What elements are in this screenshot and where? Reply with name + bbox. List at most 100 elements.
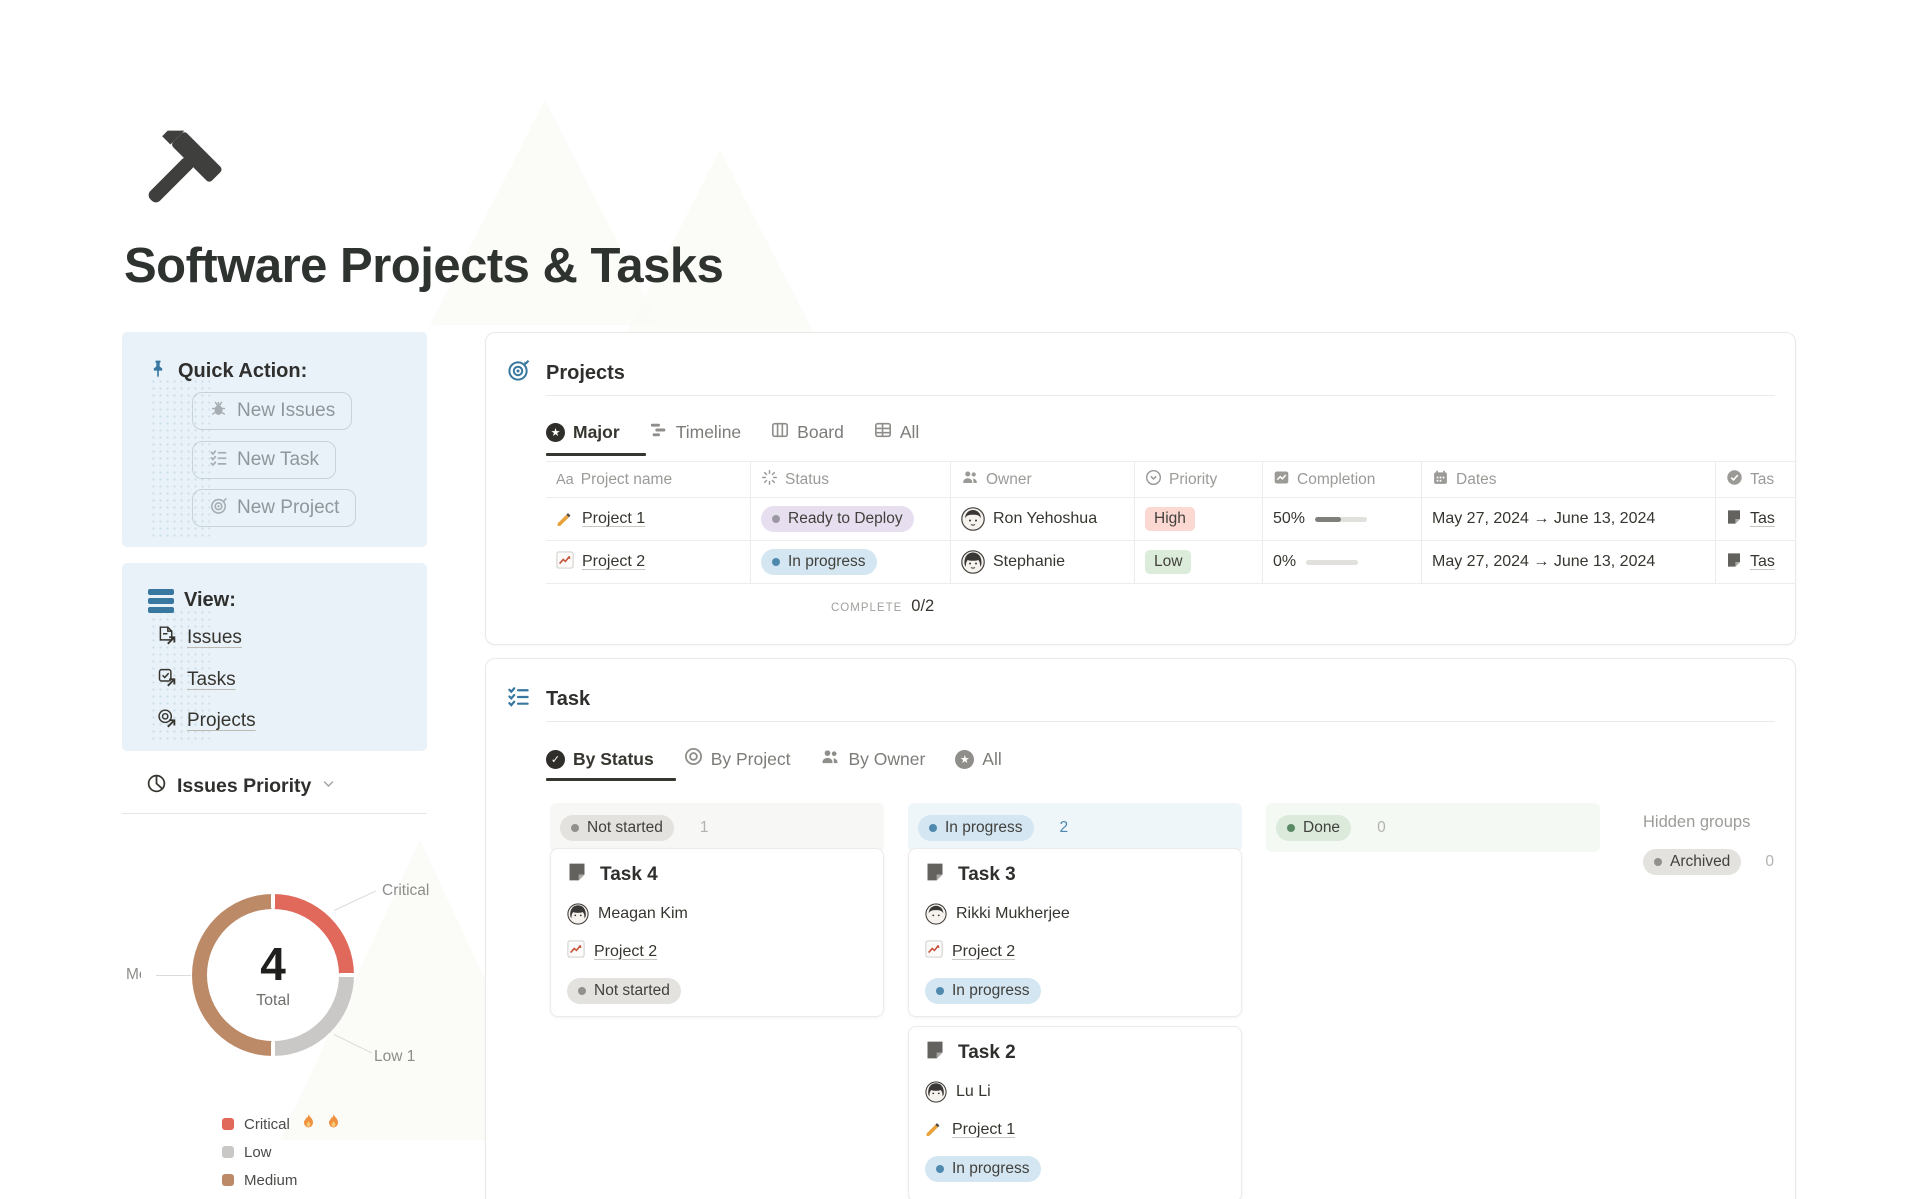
col-dates[interactable]: Dates (1421, 462, 1715, 497)
tab-board[interactable]: Board (771, 421, 844, 444)
card-owner: Meagan Kim (598, 905, 688, 923)
card-project-link[interactable]: Project 1 (952, 1121, 1015, 1139)
view-link-tasks[interactable]: Tasks (156, 667, 236, 693)
status-label: In progress (952, 1160, 1030, 1178)
owner-cell[interactable]: Stephanie (950, 541, 1134, 583)
column-label: In progress (945, 819, 1023, 837)
status-dot (772, 558, 780, 566)
tab-label: All (900, 422, 919, 443)
status-pill: In progress (761, 549, 877, 575)
active-tab-underline (546, 453, 646, 456)
column-status-pill[interactable]: Not started (560, 815, 674, 841)
archived-pill[interactable]: Archived (1643, 849, 1741, 875)
project-link[interactable]: Project 2 (582, 553, 645, 571)
status-cell[interactable]: Ready to Deploy (750, 498, 950, 540)
people-icon (820, 748, 840, 770)
tab-by-status[interactable]: ✓ By Status (546, 749, 654, 770)
dates-cell[interactable]: May 27, 2024 → June 13, 2024 (1421, 498, 1715, 540)
page-title: Software Projects & Tasks (124, 238, 723, 294)
tab-label: Timeline (676, 422, 741, 443)
view-link-projects[interactable]: Projects (156, 708, 256, 734)
col-project-name[interactable]: Aa Project name (546, 462, 750, 497)
dates-cell[interactable]: May 27, 2024 → June 13, 2024 (1421, 541, 1715, 583)
issues-priority-chart: 4 Total Critical Low 1 Medium 2 (110, 858, 450, 1113)
project-name-cell[interactable]: Project 2 (546, 541, 750, 583)
legend-item-critical[interactable]: Critical (222, 1112, 340, 1136)
completion-value: 0% (1273, 553, 1296, 571)
kanban-card-task-4[interactable]: Task 4 Meagan Kim Project 2 Not started (550, 848, 884, 1017)
tab-major[interactable]: ★ Major (546, 422, 620, 443)
kanban-card-task-2[interactable]: Task 2 Lu Li Project 1 In progress (908, 1026, 1242, 1199)
checklist-icon (209, 448, 228, 473)
star-circle-icon: ★ (546, 423, 565, 442)
fire-icon (302, 1114, 315, 1134)
column-status-pill[interactable]: Done (1276, 815, 1351, 841)
col-owner[interactable]: Owner (950, 462, 1134, 497)
col-completion[interactable]: Completion (1262, 462, 1421, 497)
legend-label: Medium (244, 1172, 297, 1189)
column-status-pill[interactable]: In progress (918, 815, 1034, 841)
priority-cell[interactable]: High (1134, 498, 1262, 540)
checklist-icon (507, 685, 530, 713)
project-link[interactable]: Project 1 (582, 510, 645, 528)
card-project-link[interactable]: Project 2 (952, 943, 1015, 961)
software-projects-page: Software Projects & Tasks Quick Action: … (0, 0, 1920, 1199)
tab-by-project[interactable]: By Project (684, 747, 791, 771)
card-project-link[interactable]: Project 2 (594, 943, 657, 961)
divider (546, 395, 1775, 396)
completion-cell[interactable]: 0% (1262, 541, 1421, 583)
status-pill: Ready to Deploy (761, 506, 914, 532)
chevron-down-icon (321, 776, 336, 796)
owner-cell[interactable]: Ron Yehoshua (950, 498, 1134, 540)
view-title: View: (184, 589, 236, 612)
chart-legend: Critical Low Medium (222, 1112, 340, 1192)
col-tasks[interactable]: Tas (1715, 462, 1796, 497)
status-label: Ready to Deploy (788, 510, 903, 528)
tasks-cell[interactable]: Tas (1715, 541, 1796, 583)
new-task-button[interactable]: New Task (192, 441, 336, 479)
tasks-cell[interactable]: Tas (1715, 498, 1796, 540)
project-name-cell[interactable]: Project 1 (546, 498, 750, 540)
pie-chart-icon (146, 773, 167, 799)
legend-item-low[interactable]: Low (222, 1140, 340, 1164)
complete-value: 0/2 (911, 597, 934, 616)
status-label: Not started (594, 982, 670, 1000)
col-priority[interactable]: Priority (1134, 462, 1262, 497)
tasks-relation[interactable]: Tas (1750, 510, 1775, 528)
status-sparkle-icon (761, 469, 778, 491)
kanban-card-task-3[interactable]: Task 3 Rikki Mukherjee Project 2 In prog… (908, 848, 1242, 1017)
view-link-issues[interactable]: Issues (156, 625, 242, 651)
card-project-row: Project 2 (925, 940, 1225, 963)
priority-cell[interactable]: Low (1134, 541, 1262, 583)
sticky-note-icon (925, 1040, 945, 1066)
tab-all[interactable]: All (874, 421, 919, 444)
status-dot (772, 515, 780, 523)
legend-swatch (222, 1146, 234, 1158)
chart-increasing-icon (567, 940, 585, 963)
star-circle-icon: ★ (955, 750, 974, 769)
new-project-button[interactable]: New Project (192, 489, 356, 527)
priority-tag: High (1145, 507, 1195, 531)
new-issues-button[interactable]: New Issues (192, 392, 352, 430)
tasks-relation[interactable]: Tas (1750, 553, 1775, 571)
tab-timeline[interactable]: Timeline (650, 421, 741, 444)
issues-priority-dropdown[interactable]: Issues Priority (146, 773, 336, 799)
writing-hand-icon (556, 508, 574, 531)
chart-increasing-icon (556, 551, 574, 574)
text-icon: Aa (556, 472, 574, 488)
col-status[interactable]: Status (750, 462, 950, 497)
legend-item-medium[interactable]: Medium (222, 1168, 340, 1192)
tab-by-owner[interactable]: By Owner (820, 748, 925, 770)
owner-name: Ron Yehoshua (993, 510, 1097, 528)
table-footer[interactable]: COMPLETE 0/2 (831, 597, 934, 616)
divider (546, 721, 1775, 722)
callout-medium: Medium 2 (126, 966, 141, 984)
callout-line (156, 975, 191, 976)
status-cell[interactable]: In progress (750, 541, 950, 583)
completion-cell[interactable]: 50% (1262, 498, 1421, 540)
status-dot (929, 824, 937, 832)
card-title-row: Task 3 (925, 862, 1225, 888)
tab-all[interactable]: ★ All (955, 749, 1001, 770)
hidden-groups-label[interactable]: Hidden groups (1643, 813, 1750, 832)
progress-bar (1315, 517, 1367, 522)
